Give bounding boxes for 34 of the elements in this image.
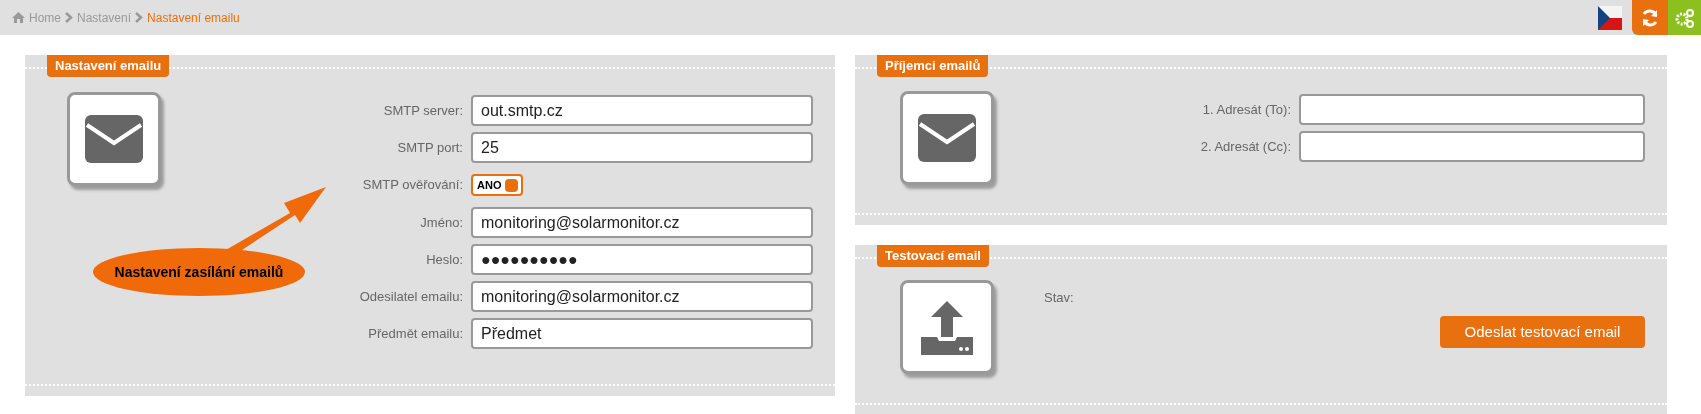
field-label: Heslo: — [425, 250, 463, 269]
input-field[interactable]: Předmet — [471, 318, 813, 349]
field-label: Odesilatel emailu: — [359, 287, 463, 306]
field-label: Jméno: — [419, 213, 463, 232]
panel-title: Příjemci emailů — [877, 55, 989, 77]
envelope-icon — [918, 114, 976, 162]
field-label: SMTP port: — [396, 138, 463, 157]
input-field[interactable]: monitoring@solarmonitor.cz — [471, 281, 813, 312]
refresh-button[interactable] — [1632, 0, 1668, 35]
field-label: 1. Adresát (To): — [1201, 100, 1291, 119]
field-label: Předmět emailu: — [367, 324, 463, 343]
chevron-icon — [135, 12, 144, 23]
gears-icon — [1673, 6, 1696, 29]
envelope-icon — [85, 115, 143, 163]
status-label: Stav: — [1044, 289, 1074, 307]
settings-button[interactable] — [1668, 0, 1701, 35]
field-label: SMTP server: — [382, 101, 463, 120]
input-field[interactable]: monitoring@solarmonitor.cz — [471, 207, 813, 238]
upload-icon — [919, 299, 975, 355]
refresh-icon — [1640, 7, 1660, 28]
flag-icon[interactable] — [1598, 5, 1622, 30]
panel-title: Testovací email — [877, 245, 989, 267]
panel-title: Nastavení emailu — [47, 55, 170, 77]
home-icon — [12, 12, 25, 23]
toggle-switch[interactable]: ANO — [471, 174, 524, 196]
input-field[interactable]: out.smtp.cz — [471, 95, 813, 126]
input-field[interactable]: 25 — [471, 132, 813, 163]
input-field[interactable] — [1299, 94, 1645, 125]
password-field[interactable]: ●●●●●●●●●● — [471, 244, 813, 275]
field-label: 2. Adresát (Cc): — [1200, 137, 1291, 156]
chevron-icon — [65, 12, 73, 23]
callout-bubble: Nastavení zasílání emailů — [93, 248, 305, 296]
field-label: SMTP ověřování: — [361, 176, 463, 195]
input-field[interactable] — [1299, 131, 1645, 162]
